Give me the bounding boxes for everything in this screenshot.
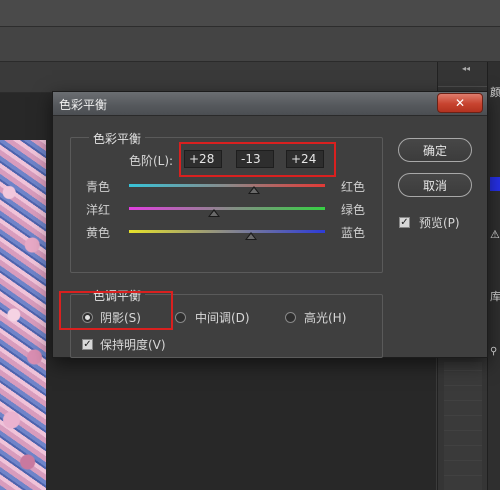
panel-divider <box>438 86 488 87</box>
color-swatch[interactable] <box>490 177 500 191</box>
slider-magenta-green: 洋红 绿色 <box>71 200 391 220</box>
levels-highlight-annotation <box>179 142 336 177</box>
shadows-highlight-annotation <box>59 291 173 330</box>
slider-right-label: 蓝色 <box>341 226 366 240</box>
slider-left-label: 洋红 <box>86 203 111 217</box>
highlights-radio[interactable] <box>285 312 296 323</box>
panel-content <box>444 362 482 490</box>
warning-icon: ⚠ <box>490 228 500 241</box>
ok-button[interactable]: 确定 <box>398 138 472 162</box>
color-balance-dialog: 色彩平衡 ✕ 色彩平衡 色阶(L): 青色 红色 洋红 绿色 <box>52 91 488 358</box>
close-button[interactable]: ✕ <box>437 93 483 113</box>
preview-checkbox[interactable]: ✓ <box>399 217 410 228</box>
levels-label: 色阶(L): <box>129 154 174 168</box>
slider-track[interactable] <box>129 184 325 187</box>
slider-cyan-red: 青色 红色 <box>71 177 391 197</box>
panel-title-fragment: 颜 <box>490 86 500 99</box>
slider-right-label: 红色 <box>341 180 366 194</box>
slider-left-label: 青色 <box>86 180 111 194</box>
search-icon[interactable]: ⚲ <box>490 346 497 357</box>
slider-thumb[interactable] <box>244 232 257 240</box>
dialog-title: 色彩平衡 <box>59 98 108 112</box>
slider-track[interactable] <box>129 207 325 210</box>
slider-right-label: 绿色 <box>341 203 366 217</box>
color-balance-legend: 色彩平衡 <box>89 130 146 147</box>
midtones-label[interactable]: 中间调(D) <box>195 309 250 326</box>
slider-track[interactable] <box>129 230 325 233</box>
slider-left-label: 黄色 <box>86 226 111 240</box>
side-panel-edge: 颜 ⚠ 库 ⚲ <box>487 62 500 490</box>
highlights-label[interactable]: 高光(H) <box>304 309 346 326</box>
collapse-panels-icon[interactable]: ◂◂ <box>462 64 470 73</box>
slider-yellow-blue: 黄色 蓝色 <box>71 223 391 243</box>
dialog-titlebar[interactable]: 色彩平衡 ✕ <box>53 92 487 116</box>
application-bar <box>0 0 500 27</box>
close-icon: ✕ <box>454 96 466 110</box>
midtones-radio[interactable] <box>175 312 186 323</box>
preview-label[interactable]: 预览(P) <box>419 214 460 231</box>
preserve-luminosity-checkbox[interactable]: ✓ <box>82 339 93 350</box>
document-photo <box>0 140 46 490</box>
slider-thumb[interactable] <box>208 209 221 217</box>
document-tab-bar <box>0 62 436 93</box>
cancel-button[interactable]: 取消 <box>398 173 472 197</box>
options-bar <box>0 27 500 62</box>
dialog-body: 色彩平衡 色阶(L): 青色 红色 洋红 绿色 黄色 蓝色 <box>53 116 487 358</box>
panel-title-fragment: 库 <box>490 290 500 303</box>
slider-thumb[interactable] <box>248 186 261 194</box>
preserve-luminosity-label[interactable]: 保持明度(V) <box>100 336 166 353</box>
